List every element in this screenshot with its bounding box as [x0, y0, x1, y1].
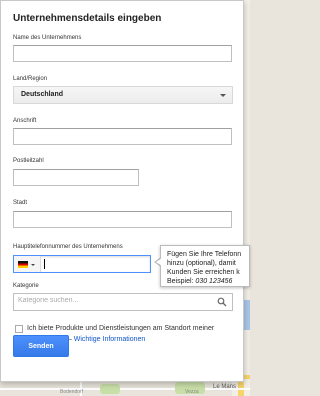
dialog-title: Unternehmensdetails eingeben [13, 13, 162, 24]
city-input[interactable] [13, 211, 232, 228]
address-input[interactable] [13, 128, 232, 145]
tooltip-example-prefix: Beispiel: [167, 278, 194, 285]
tooltip-example-line: Beispiel: 030 123456 [167, 278, 232, 285]
chevron-down-icon [220, 94, 226, 97]
map-city-label: Le Mans [213, 384, 237, 390]
tooltip-line: hinzu (optional), damit [167, 260, 236, 267]
map-place-label: Vezza [185, 389, 199, 395]
country-region-select[interactable]: Deutschland [13, 86, 233, 104]
address-label: Anschrift [13, 118, 37, 124]
important-info-link[interactable]: Wichtige Informationen [74, 336, 146, 343]
category-search-input[interactable] [18, 297, 208, 304]
tooltip-example-number: 030 123456 [195, 278, 233, 285]
service-area-checkbox[interactable] [15, 325, 23, 333]
country-region-label: Land/Region [13, 76, 48, 82]
category-search-field[interactable] [13, 293, 233, 311]
tooltip-line: Kunden Sie erreichen k [167, 269, 240, 276]
business-name-input[interactable] [13, 45, 232, 62]
country-code-dropdown[interactable] [14, 256, 41, 272]
submit-button[interactable]: Senden [13, 335, 69, 357]
business-details-dialog: Unternehmensdetails eingeben Name des Un… [0, 0, 244, 382]
chevron-down-icon [31, 264, 35, 266]
phone-label: Hauptitelefonnummer des Unternehmens [13, 244, 123, 250]
german-flag-icon [18, 261, 28, 268]
country-region-value: Deutschland [21, 91, 64, 98]
business-name-label: Name des Unternehmens [13, 35, 82, 41]
zip-code-label: Postleitzahl [13, 158, 44, 164]
map-place-label: Bodendorf [60, 389, 84, 395]
phone-input[interactable] [13, 255, 151, 273]
zip-code-input[interactable] [13, 169, 139, 186]
search-icon[interactable] [217, 297, 227, 307]
phone-help-tooltip: Fügen Sie Ihre Telefonn hinzu (optional)… [160, 245, 250, 287]
category-label: Kategorie [13, 283, 39, 289]
text-caret [44, 259, 45, 269]
city-label: Stadt [13, 200, 28, 206]
tooltip-line: Fügen Sie Ihre Telefonn [167, 251, 242, 258]
tooltip-pointer-fill [156, 258, 162, 266]
